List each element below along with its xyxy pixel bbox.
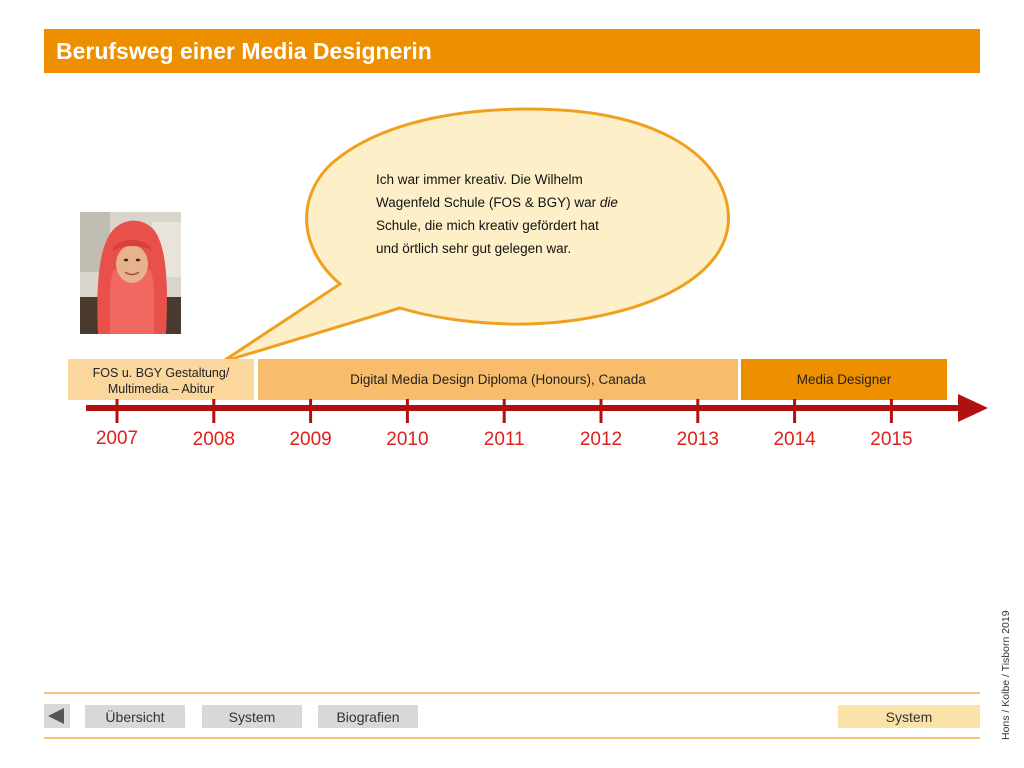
back-button[interactable] [44, 704, 70, 728]
nav-biographies-button[interactable]: Biografien [318, 705, 418, 728]
nav-system-right-button[interactable]: System [838, 705, 980, 728]
timeline-arrow-icon [958, 394, 988, 422]
footer-bottom-line [44, 737, 980, 739]
timeline-tick-2015 [889, 399, 893, 423]
timeline-tick-2011 [502, 399, 506, 423]
footer-top-line [44, 692, 980, 694]
timeline [86, 394, 988, 423]
year-label-2007: 2007 [95, 428, 139, 449]
year-label-2009: 2009 [289, 429, 332, 450]
nav-overview-button[interactable]: Übersicht [85, 705, 185, 728]
timeline-tick-2010 [405, 399, 409, 423]
year-label-2008: 2008 [192, 429, 235, 450]
timeline-tick-2013 [696, 399, 700, 423]
timeline-axis [86, 405, 961, 411]
credit: Hons / Kolbe / Tisborn 2019 [1000, 610, 1012, 740]
year-label-2015: 2015 [870, 429, 913, 450]
timeline-tick-2008 [212, 399, 216, 423]
timeline-tick-2012 [599, 399, 603, 423]
timeline-tick-2007 [115, 399, 119, 423]
year-label-2011: 2011 [483, 429, 525, 450]
year-label-2012: 2012 [579, 429, 623, 450]
year-label-2013: 2013 [676, 429, 719, 450]
timeline-tick-2009 [309, 399, 313, 423]
triangle-left-icon [48, 708, 64, 724]
timeline-tick-2014 [793, 399, 797, 423]
year-label-2014: 2014 [773, 429, 816, 450]
nav-system-button[interactable]: System [202, 705, 302, 728]
year-label-2010: 2010 [386, 429, 429, 450]
